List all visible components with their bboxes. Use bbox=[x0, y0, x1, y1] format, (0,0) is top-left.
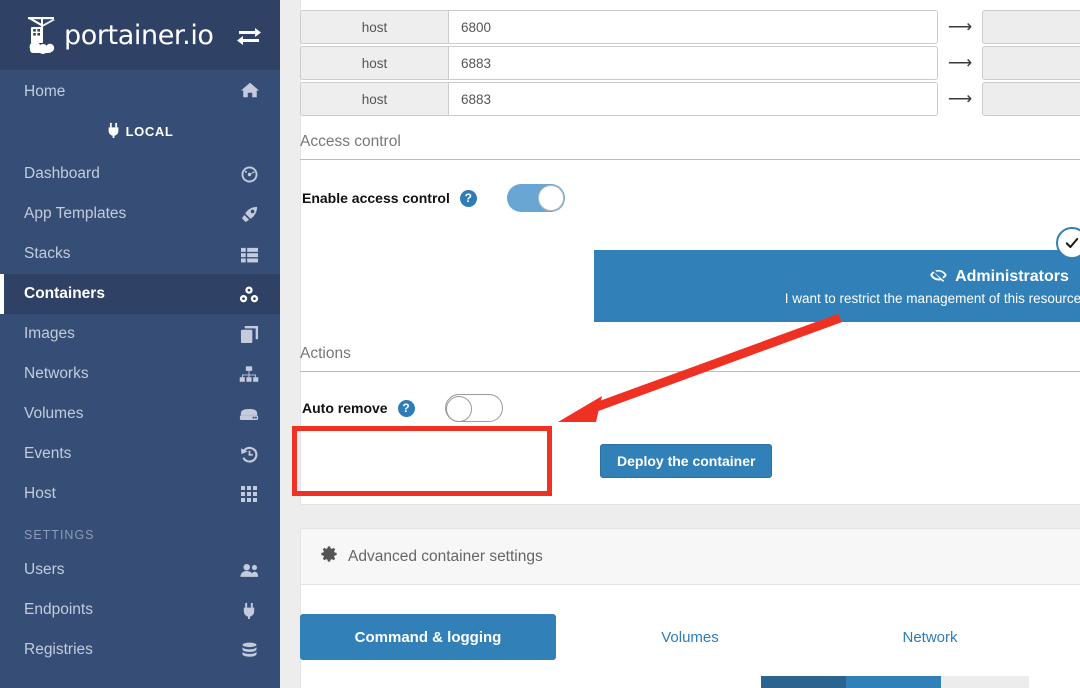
banner-title-row: Administrators bbox=[929, 267, 1069, 288]
port-mapping-row: host 6883 ⟶ bbox=[300, 46, 1080, 80]
sidebar-item-label: Host bbox=[24, 485, 56, 502]
sidebar-item-dashboard[interactable]: Dashboard bbox=[0, 154, 280, 194]
port-host-label: host bbox=[300, 10, 448, 44]
container-port-input[interactable] bbox=[982, 46, 1080, 80]
sidebar-item-host[interactable]: Host bbox=[0, 474, 280, 514]
sidebar-item-events[interactable]: Events bbox=[0, 434, 280, 474]
banner-title: Administrators bbox=[955, 268, 1069, 285]
dashboard-icon bbox=[238, 165, 260, 184]
sidebar-item-app-templates[interactable]: App Templates bbox=[0, 194, 280, 234]
plug-icon bbox=[107, 122, 120, 141]
sidebar-item-label: App Templates bbox=[24, 205, 127, 222]
sidebar-item-stacks[interactable]: Stacks bbox=[0, 234, 280, 274]
host-port-input[interactable]: 6883 bbox=[448, 46, 938, 80]
plug-icon bbox=[238, 602, 260, 619]
host-port-input[interactable]: 6883 bbox=[448, 82, 938, 116]
brand-logo[interactable]: portainer.io bbox=[22, 13, 236, 57]
tab-command-and-logging[interactable]: Command & logging bbox=[300, 614, 556, 660]
sidebar-item-containers[interactable]: Containers bbox=[0, 274, 280, 314]
auto-remove-label: Auto remove bbox=[302, 400, 388, 416]
sidebar-item-volumes[interactable]: Volumes bbox=[0, 394, 280, 434]
sidebar-item-label: Stacks bbox=[24, 245, 71, 262]
sidebar-section-settings: SETTINGS bbox=[24, 528, 95, 542]
rocket-icon bbox=[238, 205, 260, 224]
sidebar-item-label: Endpoints bbox=[24, 601, 93, 618]
sub-tab-bar[interactable] bbox=[761, 676, 1029, 688]
advanced-container-settings-header[interactable]: Advanced container settings bbox=[301, 529, 1080, 585]
sidebar-item-users[interactable]: Users bbox=[0, 550, 280, 590]
tab-network[interactable]: Network bbox=[860, 614, 1000, 660]
access-control-heading: Access control bbox=[300, 133, 1080, 160]
sidebar-item-endpoints[interactable]: Endpoints bbox=[0, 590, 280, 630]
banner-subtitle: I want to restrict the management of thi… bbox=[784, 290, 1080, 306]
containers-icon bbox=[238, 285, 260, 304]
port-host-label: host bbox=[300, 46, 448, 80]
sidebar-item-label: Volumes bbox=[24, 405, 84, 422]
arrow-right-icon: ⟶ bbox=[947, 53, 973, 72]
advanced-settings-title: Advanced container settings bbox=[348, 547, 543, 565]
check-circle-icon bbox=[1056, 227, 1080, 259]
question-mark-icon[interactable]: ? bbox=[397, 399, 415, 417]
enable-access-control-toggle[interactable] bbox=[506, 184, 565, 212]
sidebar-item-label: Containers bbox=[24, 285, 105, 302]
toggle-knob bbox=[445, 396, 472, 422]
arrow-right-icon: ⟶ bbox=[947, 89, 973, 108]
port-mapping-row: host 6800 ⟶ bbox=[300, 10, 1080, 44]
actions-heading: Actions bbox=[300, 345, 1080, 372]
sidebar: portainer.io Home LOCAL Dashboard App Te… bbox=[0, 0, 280, 688]
port-mapping-row: host 6883 ⟶ bbox=[300, 82, 1080, 116]
arrow-right-icon: ⟶ bbox=[947, 17, 973, 36]
access-control-administrators-banner[interactable]: Administrators I want to restrict the ma… bbox=[594, 250, 1080, 322]
database-icon bbox=[238, 642, 260, 659]
images-icon bbox=[238, 325, 260, 344]
list-icon bbox=[238, 246, 260, 263]
brand-name: portainer.io bbox=[64, 19, 214, 51]
container-port-input[interactable] bbox=[982, 10, 1080, 44]
deploy-the-container-button[interactable]: Deploy the container bbox=[600, 444, 773, 478]
network-icon bbox=[238, 365, 260, 384]
sidebar-item-networks[interactable]: Networks bbox=[0, 354, 280, 394]
host-port-input[interactable]: 6800 bbox=[448, 10, 938, 44]
port-host-label: host bbox=[300, 82, 448, 116]
sub-tab-segment-1[interactable] bbox=[761, 676, 846, 688]
sidebar-item-label: Home bbox=[24, 83, 66, 100]
exchange-arrows-icon[interactable] bbox=[236, 23, 262, 47]
sidebar-item-images[interactable]: Images bbox=[0, 314, 280, 354]
grid-icon bbox=[238, 485, 260, 503]
portainer-logo-icon bbox=[22, 13, 62, 57]
sidebar-item-label: Events bbox=[24, 445, 72, 462]
history-icon bbox=[238, 445, 260, 464]
auto-remove-toggle[interactable] bbox=[444, 394, 503, 422]
sidebar-item-label: Users bbox=[24, 561, 65, 578]
sidebar-header: portainer.io bbox=[0, 0, 280, 70]
sidebar-item-home[interactable]: Home bbox=[0, 70, 280, 114]
toggle-knob bbox=[537, 185, 564, 211]
sidebar-item-label: Images bbox=[24, 325, 75, 342]
main-content: host 6800 ⟶ host 6883 ⟶ host 6883 ⟶ Acce… bbox=[280, 0, 1080, 688]
auto-remove-row: Auto remove ? bbox=[302, 394, 503, 422]
portainer-app-window: portainer.io Home LOCAL Dashboard App Te… bbox=[0, 0, 1080, 688]
sidebar-item-registries[interactable]: Registries bbox=[0, 630, 280, 670]
endpoint-badge-label: LOCAL bbox=[125, 123, 174, 139]
gear-icon bbox=[321, 546, 337, 567]
home-icon bbox=[240, 81, 260, 104]
admin-eye-slash-icon bbox=[929, 267, 948, 288]
enable-access-control-label: Enable access control bbox=[302, 190, 450, 206]
tab-volumes[interactable]: Volumes bbox=[620, 614, 760, 660]
sidebar-item-label: Registries bbox=[24, 641, 93, 658]
sub-tab-segment-2[interactable] bbox=[846, 676, 941, 688]
sub-tab-segment-3[interactable] bbox=[941, 676, 1029, 688]
endpoint-badge-local: LOCAL bbox=[0, 114, 280, 148]
container-port-input[interactable] bbox=[982, 82, 1080, 116]
sidebar-item-label: Dashboard bbox=[24, 165, 100, 182]
volumes-icon bbox=[238, 407, 260, 422]
question-mark-icon[interactable]: ? bbox=[459, 189, 477, 207]
enable-access-control-row: Enable access control ? bbox=[302, 184, 565, 212]
sidebar-item-label: Networks bbox=[24, 365, 89, 382]
users-icon bbox=[238, 562, 260, 579]
